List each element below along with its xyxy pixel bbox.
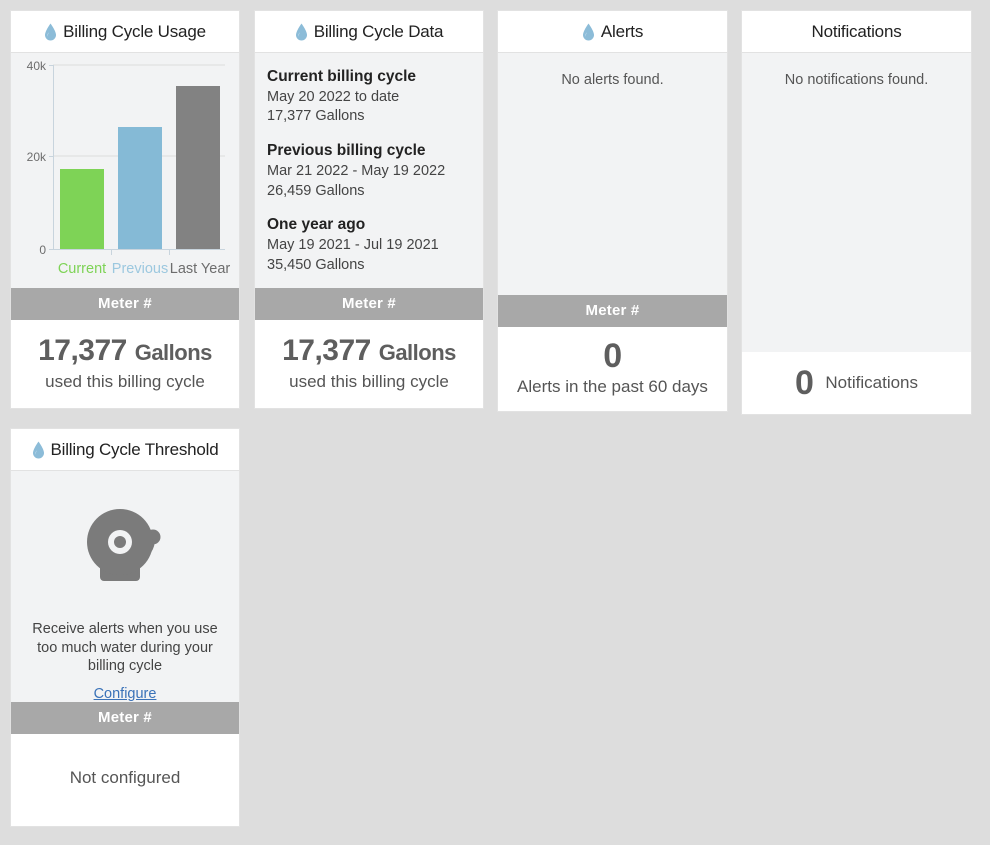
data-summary-footer: 17,377 Gallons used this billing cycle <box>255 320 483 408</box>
data-value-number: 17,377 <box>282 334 371 367</box>
card-header: Billing Cycle Data <box>255 11 483 53</box>
usage-summary-footer: 17,377 Gallons used this billing cycle <box>11 320 239 408</box>
card-alerts: Alerts No alerts found. Meter # 0 Alerts… <box>497 10 728 412</box>
meter-number-bar: Meter # <box>11 288 239 320</box>
card-title: Notifications <box>811 21 902 41</box>
group-amount: 17,377 Gallons <box>267 108 365 125</box>
ytick-label-20k: 20k <box>27 150 47 164</box>
notifications-count-row: 0 Notifications <box>742 352 971 414</box>
bar-last-year <box>176 86 220 249</box>
water-drop-icon <box>32 441 44 458</box>
water-drop-icon <box>45 23 57 40</box>
card-header: Billing Cycle Usage <box>11 11 239 53</box>
usage-value: 17,377 Gallons <box>11 334 239 368</box>
card-header: Alerts <box>498 11 727 53</box>
bar-current <box>60 169 104 249</box>
card-billing-cycle-data: Billing Cycle Data Current billing cycle… <box>254 10 484 409</box>
alerts-body: No alerts found. <box>498 53 727 295</box>
card-header: Billing Cycle Threshold <box>11 429 239 471</box>
card-billing-cycle-threshold: Billing Cycle Threshold Receive alerts w… <box>10 428 240 827</box>
ytick-label-40k: 40k <box>27 59 47 73</box>
billing-cycle-data-list: Current billing cycle May 20 2022 to dat… <box>255 53 483 275</box>
billing-cycle-group: One year ago May 19 2021 - Jul 19 2021 3… <box>267 215 471 275</box>
data-value: 17,377 Gallons <box>255 334 483 368</box>
card-title: Billing Cycle Data <box>313 21 444 41</box>
billing-cycle-usage-chart: 40k 20k 0 Current Previous Last Year <box>11 53 239 288</box>
billing-cycle-group: Current billing cycle May 20 2022 to dat… <box>267 67 471 127</box>
water-drop-icon <box>295 23 307 40</box>
group-date-range: Mar 21 2022 - May 19 2022 <box>267 162 446 179</box>
ytick-label-0: 0 <box>39 243 46 257</box>
bar-previous <box>118 127 162 249</box>
threshold-status: Not configured <box>69 768 181 787</box>
meter-number-bar: Meter # <box>11 702 239 734</box>
card-title: Alerts <box>600 21 644 41</box>
card-billing-cycle-usage: Billing Cycle Usage 40k 20k 0 Current Pr… <box>10 10 240 409</box>
notifications-body: No notifications found. <box>742 53 971 352</box>
notifications-count: 0 <box>794 363 814 402</box>
bar-chart-svg: 40k 20k 0 Current Previous Last Year <box>27 59 231 277</box>
xtick-label-current: Current <box>58 261 106 277</box>
notifications-summary-footer: 0 Notifications <box>742 352 971 414</box>
card-title: Billing Cycle Usage <box>63 21 206 41</box>
group-amount: 35,450 Gallons <box>267 256 365 273</box>
alerts-count: 0 <box>603 337 622 375</box>
configure-link[interactable]: Configure <box>94 686 157 702</box>
usage-value-number: 17,377 <box>38 334 127 367</box>
meter-number-bar: Meter # <box>255 288 483 320</box>
threshold-description: Receive alerts when you use too much wat… <box>32 621 218 675</box>
group-heading: Previous billing cycle <box>267 142 426 160</box>
group-heading: One year ago <box>267 216 366 234</box>
usage-value-unit: Gallons <box>134 340 213 365</box>
threshold-status-footer: Not configured <box>11 734 239 826</box>
xtick-label-previous: Previous <box>112 261 168 277</box>
card-notifications: Notifications No notifications found. 0 … <box>741 10 972 415</box>
usage-chart-body: 40k 20k 0 Current Previous Last Year <box>11 53 239 288</box>
xtick-label-last-year: Last Year <box>170 261 231 277</box>
notifications-caption: Notifications <box>825 373 919 392</box>
alerts-caption: Alerts in the past 60 days <box>517 377 708 396</box>
data-caption: used this billing cycle <box>289 372 449 391</box>
group-heading: Current billing cycle <box>267 68 417 85</box>
group-date-range: May 19 2021 - Jul 19 2021 <box>267 237 439 254</box>
data-value-unit: Gallons <box>378 340 457 365</box>
billing-cycle-data-body: Current billing cycle May 20 2022 to dat… <box>255 53 483 288</box>
alerts-summary-footer: 0 Alerts in the past 60 days <box>498 327 727 411</box>
group-amount: 26,459 Gallons <box>267 182 365 199</box>
card-title: Billing Cycle Threshold <box>50 439 219 459</box>
alerts-empty-message: No alerts found. <box>561 72 664 88</box>
card-header: Notifications <box>742 11 971 53</box>
usage-caption: used this billing cycle <box>45 372 205 391</box>
threshold-body: Receive alerts when you use too much wat… <box>11 471 239 702</box>
billing-cycle-group: Previous billing cycle Mar 21 2022 - May… <box>267 141 471 201</box>
notifications-empty-message: No notifications found. <box>784 72 929 88</box>
group-date-range: May 20 2022 to date <box>267 88 400 105</box>
meter-number-bar: Meter # <box>498 295 727 327</box>
dashboard: Billing Cycle Usage 40k 20k 0 Current Pr… <box>0 0 990 845</box>
alarm-bell-icon <box>80 503 170 598</box>
water-drop-icon <box>582 23 594 40</box>
